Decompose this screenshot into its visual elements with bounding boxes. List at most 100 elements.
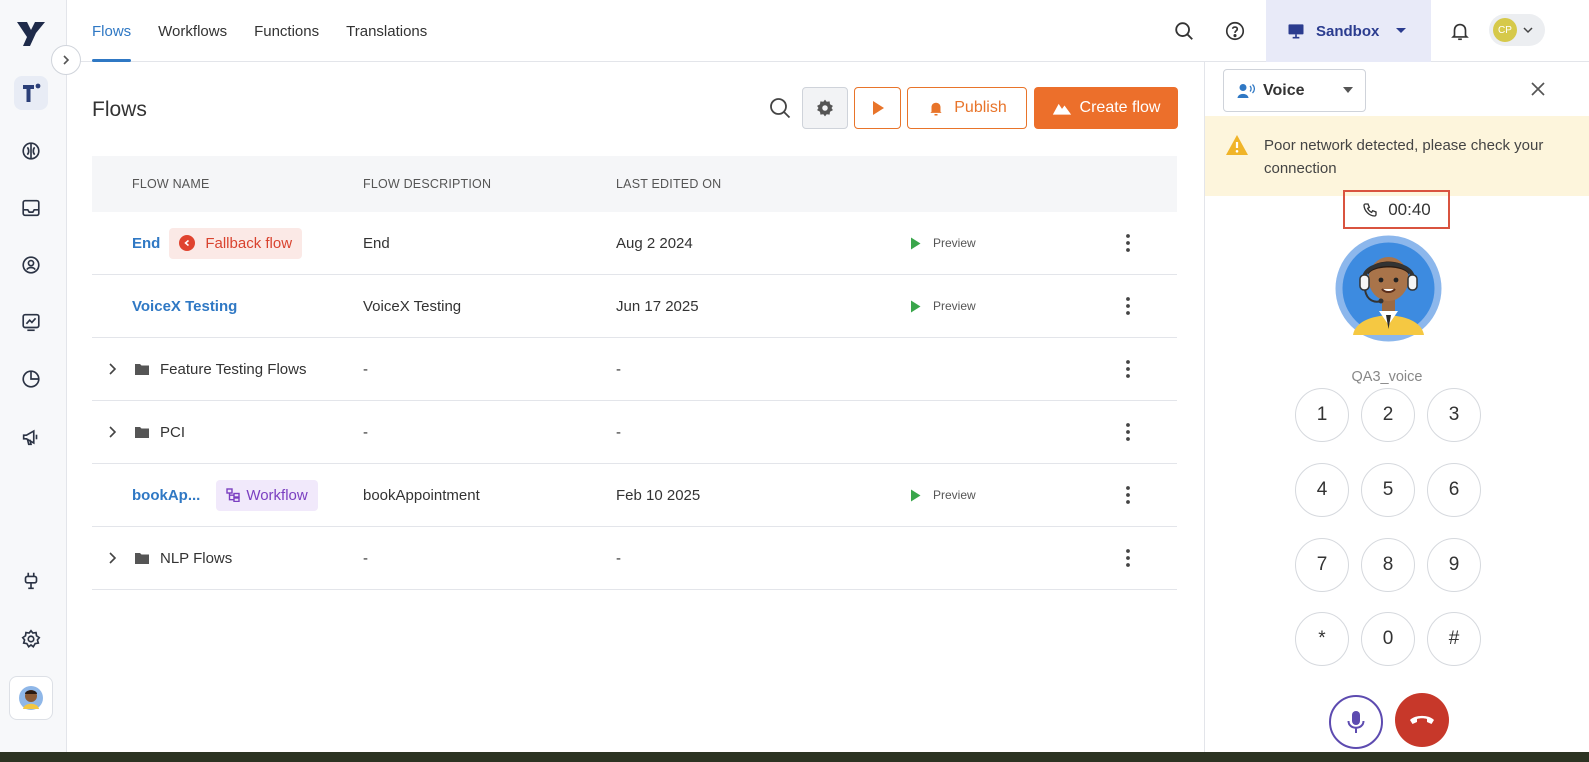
inbox-icon[interactable]: [14, 191, 48, 225]
header-flow-name: FLOW NAME: [132, 177, 210, 191]
dial-key-2[interactable]: 2: [1361, 388, 1415, 442]
play-icon: [911, 237, 921, 249]
warning-text: Poor network detected, please check your…: [1264, 137, 1544, 177]
tab-workflows[interactable]: Workflows: [158, 0, 227, 62]
nav-tabs: Flows Workflows Functions Translations: [92, 0, 454, 62]
dial-key-hash[interactable]: #: [1427, 612, 1481, 666]
flow-name-cell: bookAp... Workflow: [132, 479, 318, 511]
folder-cell[interactable]: Feature Testing Flows: [106, 361, 306, 378]
mountain-icon: [1052, 103, 1071, 115]
dial-key-6[interactable]: 6: [1427, 463, 1481, 517]
flow-description: End: [363, 234, 390, 252]
last-edited: -: [616, 360, 621, 378]
flow-description: -: [363, 360, 368, 378]
dial-key-9[interactable]: 9: [1427, 538, 1481, 592]
flow-name-cell: VoiceX Testing: [132, 298, 237, 315]
folder-cell[interactable]: PCI: [106, 424, 185, 441]
more-options-icon[interactable]: [1118, 297, 1138, 315]
bell-icon[interactable]: [1447, 18, 1473, 44]
test-flow-button[interactable]: [854, 87, 901, 129]
preview-button[interactable]: Preview: [910, 488, 976, 502]
chevron-right-icon[interactable]: [106, 362, 120, 376]
flow-description: bookAppointment: [363, 486, 480, 504]
brain-icon[interactable]: [14, 134, 48, 168]
user-initials: CP: [1493, 18, 1517, 42]
more-options-icon[interactable]: [1118, 549, 1138, 567]
tab-flows[interactable]: Flows: [92, 0, 132, 62]
close-icon[interactable]: [1528, 79, 1548, 99]
reports-icon[interactable]: [14, 362, 48, 396]
dial-key-1[interactable]: 1: [1295, 388, 1349, 442]
dial-key-0[interactable]: 0: [1361, 612, 1415, 666]
more-options-icon[interactable]: [1118, 486, 1138, 504]
preview-button[interactable]: Preview: [910, 299, 976, 313]
hang-up-button[interactable]: [1395, 693, 1449, 747]
dial-key-7[interactable]: 7: [1295, 538, 1349, 592]
header-last-edited: LAST EDITED ON: [616, 177, 722, 191]
mute-button[interactable]: [1329, 695, 1383, 749]
table-row[interactable]: NLP Flows - -: [92, 527, 1177, 590]
dial-key-4[interactable]: 4: [1295, 463, 1349, 517]
table-row[interactable]: PCI - -: [92, 401, 1177, 464]
table-row[interactable]: End Fallback flow End Aug 2 2024 Preview: [92, 212, 1177, 275]
more-options-icon[interactable]: [1118, 423, 1138, 441]
dial-key-5[interactable]: 5: [1361, 463, 1415, 517]
test-call-panel: Voice Poor network detected, please chec…: [1204, 62, 1589, 752]
flow-name-link[interactable]: End: [132, 235, 160, 252]
chevron-right-icon: [63, 55, 70, 65]
tab-functions[interactable]: Functions: [254, 0, 319, 62]
monitor-icon: [1288, 24, 1304, 39]
help-icon[interactable]: [1222, 18, 1248, 44]
bell-icon: [930, 102, 942, 116]
folder-icon: [135, 553, 149, 564]
channel-select[interactable]: Voice: [1223, 69, 1366, 112]
environment-selector[interactable]: Sandbox: [1266, 0, 1431, 62]
publish-label: Publish: [954, 99, 1007, 116]
timer-value: 00:40: [1388, 199, 1431, 219]
publish-button[interactable]: Publish: [907, 87, 1027, 129]
toolbar: Publish Create flow: [760, 87, 1178, 129]
dial-key-3[interactable]: 3: [1427, 388, 1481, 442]
flow-description: VoiceX Testing: [363, 297, 462, 315]
bottom-strip: [0, 752, 1589, 762]
call-timer: 00:40: [1343, 190, 1450, 229]
create-flow-label: Create flow: [1079, 99, 1161, 116]
plug-icon[interactable]: [14, 564, 48, 598]
settings-button[interactable]: [802, 87, 848, 129]
table-row[interactable]: VoiceX Testing VoiceX Testing Jun 17 202…: [92, 275, 1177, 338]
preview-button[interactable]: Preview: [910, 236, 976, 250]
logo-icon[interactable]: [14, 16, 48, 50]
expand-sidebar-button[interactable]: [51, 45, 81, 75]
flow-name-link[interactable]: bookAp...: [132, 487, 200, 504]
table-row[interactable]: bookAp... Workflow bookAppointment Feb 1…: [92, 464, 1177, 527]
dial-key-star[interactable]: *: [1295, 612, 1349, 666]
fallback-badge: Fallback flow: [169, 227, 303, 259]
more-options-icon[interactable]: [1118, 360, 1138, 378]
more-options-icon[interactable]: [1118, 234, 1138, 252]
chevron-right-icon[interactable]: [106, 551, 120, 565]
table-row[interactable]: Feature Testing Flows - -: [92, 338, 1177, 401]
flow-description: -: [363, 549, 368, 567]
tab-translations[interactable]: Translations: [346, 0, 427, 62]
folder-icon: [135, 427, 149, 438]
warning-icon: [1226, 135, 1248, 155]
avatar[interactable]: [9, 676, 53, 720]
user-menu[interactable]: CP: [1489, 14, 1545, 46]
chevron-right-icon[interactable]: [106, 425, 120, 439]
settings-icon[interactable]: [14, 622, 48, 656]
dial-key-8[interactable]: 8: [1361, 538, 1415, 592]
folder-cell[interactable]: NLP Flows: [106, 550, 232, 567]
caret-down-icon: [1343, 87, 1353, 93]
last-edited: -: [616, 423, 621, 441]
search-icon: [770, 98, 791, 119]
contacts-icon[interactable]: [14, 248, 48, 282]
search-flows-button[interactable]: [760, 88, 800, 128]
create-flow-button[interactable]: Create flow: [1034, 87, 1178, 129]
flow-name-link[interactable]: VoiceX Testing: [132, 298, 237, 315]
training-icon[interactable]: [14, 76, 48, 110]
campaign-icon[interactable]: [14, 420, 48, 454]
workflow-badge: Workflow: [216, 479, 318, 511]
search-icon[interactable]: [1171, 18, 1197, 44]
last-edited: Aug 2 2024: [616, 234, 693, 252]
analytics-icon[interactable]: [14, 305, 48, 339]
